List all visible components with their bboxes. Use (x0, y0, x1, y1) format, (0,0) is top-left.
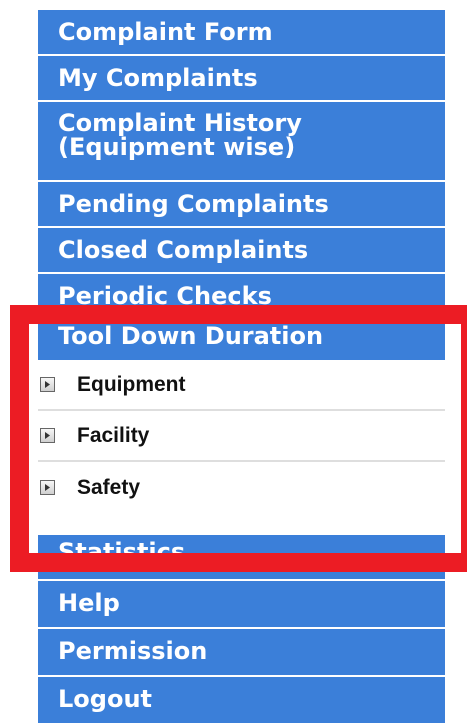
menu-item-pending-complaints[interactable]: Pending Complaints (38, 182, 445, 228)
tool-down-duration-submenu: Equipment Facility Safety (38, 360, 445, 513)
menu-item-closed-complaints[interactable]: Closed Complaints (38, 228, 445, 274)
menu-item-my-complaints[interactable]: My Complaints (38, 56, 445, 102)
navigation-menu: Complaint Form My Complaints Complaint H… (38, 10, 445, 725)
menu-item-logout[interactable]: Logout (38, 677, 445, 725)
menu-item-periodic-checks[interactable]: Periodic Checks (38, 274, 445, 314)
submenu-item-safety-label: Safety (77, 475, 141, 499)
expand-icon[interactable] (40, 480, 55, 495)
stage: Complaint Form My Complaints Complaint H… (0, 0, 467, 727)
menu-item-complaint-history[interactable]: Complaint History (Equipment wise) (38, 102, 445, 182)
menu-item-permission[interactable]: Permission (38, 629, 445, 677)
submenu-item-facility-label: Facility (77, 423, 150, 447)
submenu-item-equipment[interactable]: Equipment (38, 360, 445, 411)
menu-item-help[interactable]: Help (38, 581, 445, 629)
menu-item-complaint-form[interactable]: Complaint Form (38, 10, 445, 56)
menu-item-statistics[interactable]: Statistics (38, 535, 445, 581)
menu-item-tool-down-duration[interactable]: Tool Down Duration (38, 314, 445, 360)
submenu-item-facility[interactable]: Facility (38, 411, 445, 462)
expand-icon[interactable] (40, 377, 55, 392)
submenu-item-safety[interactable]: Safety (38, 462, 445, 513)
menu-item-complaint-history-line2: (Equipment wise) (58, 133, 296, 161)
menu-item-complaint-history-line1: Complaint History (58, 109, 302, 137)
expand-icon[interactable] (40, 428, 55, 443)
submenu-item-equipment-label: Equipment (77, 372, 186, 396)
